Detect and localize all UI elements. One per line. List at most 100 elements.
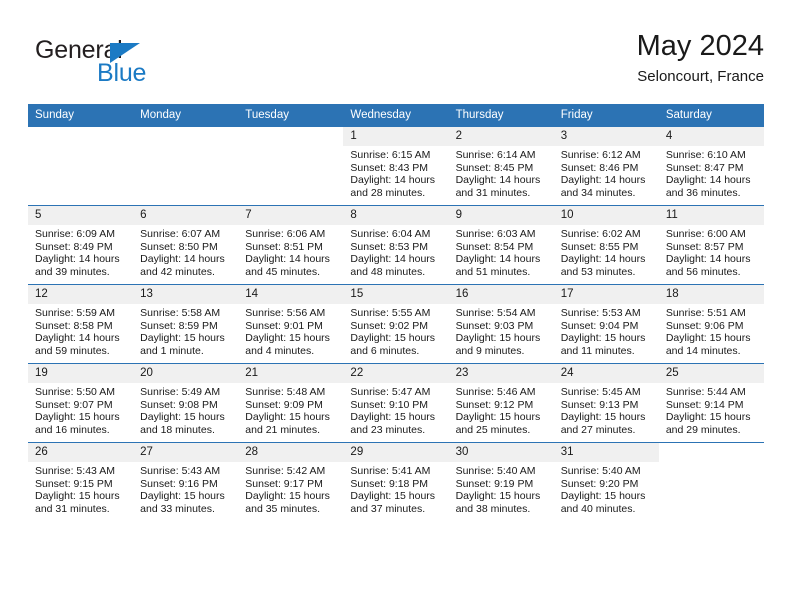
- day-number: 7: [238, 206, 344, 225]
- sunset-text: Sunset: 8:59 PM: [140, 319, 218, 332]
- weekday-header-monday: Monday: [133, 104, 239, 127]
- calendar-day-cell[interactable]: 20 Sunrise: 5:49 AM Sunset: 9:08 PM Dayligh…: [133, 363, 239, 443]
- daylight-text: Daylight: 15 hours and 33 minutes.: [140, 490, 225, 515]
- calendar-day-cell[interactable]: 3 Sunrise: 6:12 AM Sunset: 8:46 PM Daylight…: [553, 126, 659, 206]
- day-cell-inner: [28, 127, 134, 205]
- day-number: [658, 443, 764, 462]
- calendar-page: General Blue May 2024 Seloncourt, France…: [0, 0, 792, 612]
- calendar-day-cell[interactable]: 12 Sunrise: 5:59 AM Sunset: 8:58 PM Dayligh…: [28, 284, 134, 364]
- calendar-day-cell[interactable]: 14 Sunrise: 5:56 AM Sunset: 9:01 PM Dayligh…: [238, 284, 344, 364]
- day-number: 31: [553, 443, 659, 462]
- day-details: Sunrise: 6:10 AM Sunset: 8:47 PM Daylight:…: [659, 146, 764, 199]
- day-cell-inner: 25 Sunrise: 5:44 AM Sunset: 9:14 PM Dayligh…: [658, 364, 764, 442]
- calendar-day-cell[interactable]: 17 Sunrise: 5:53 AM Sunset: 9:04 PM Dayligh…: [553, 284, 659, 364]
- day-number: 13: [133, 285, 239, 304]
- sunrise-text: Sunrise: 5:59 AM: [35, 307, 115, 319]
- calendar-day-cell[interactable]: 5 Sunrise: 6:09 AM Sunset: 8:49 PM Daylight…: [28, 205, 134, 285]
- daylight-text: Daylight: 15 hours and 11 minutes.: [560, 332, 646, 357]
- weekday-header-thursday: Thursday: [448, 104, 554, 127]
- calendar-day-cell[interactable]: 4 Sunrise: 6:10 AM Sunset: 8:47 PM Daylight…: [658, 126, 764, 206]
- daylight-text: Daylight: 15 hours and 9 minutes.: [455, 332, 541, 357]
- daylight-text: Daylight: 15 hours and 21 minutes.: [245, 411, 330, 436]
- day-details: Sunrise: 6:12 AM Sunset: 8:46 PM Daylight:…: [554, 146, 659, 199]
- day-details: Sunrise: 5:49 AM Sunset: 9:08 PM Daylight:…: [133, 383, 238, 436]
- day-number: 15: [343, 285, 449, 304]
- day-details: Sunrise: 6:06 AM Sunset: 8:51 PM Daylight:…: [238, 225, 343, 278]
- day-cell-inner: 17 Sunrise: 5:53 AM Sunset: 9:04 PM Dayligh…: [553, 285, 659, 363]
- daylight-text: Daylight: 14 hours and 59 minutes.: [35, 332, 120, 357]
- sunset-text: Sunset: 9:13 PM: [560, 398, 639, 411]
- calendar-day-cell[interactable]: 11 Sunrise: 6:00 AM Sunset: 8:57 PM Dayligh…: [658, 205, 764, 285]
- calendar-day-cell[interactable]: 2 Sunrise: 6:14 AM Sunset: 8:45 PM Daylight…: [448, 126, 554, 206]
- calendar-day-cell[interactable]: 18 Sunrise: 5:51 AM Sunset: 9:06 PM Dayligh…: [658, 284, 764, 364]
- calendar-day-cell[interactable]: 7 Sunrise: 6:06 AM Sunset: 8:51 PM Daylight…: [238, 205, 344, 285]
- sunrise-text: Sunrise: 6:04 AM: [350, 228, 431, 240]
- day-details: Sunrise: 6:07 AM Sunset: 8:50 PM Daylight:…: [133, 225, 238, 278]
- day-details: Sunrise: 5:42 AM Sunset: 9:17 PM Daylight:…: [238, 462, 343, 515]
- weekday-header-saturday: Saturday: [658, 104, 764, 127]
- sunrise-text: Sunrise: 6:12 AM: [560, 149, 641, 161]
- general-blue-logo: General Blue: [35, 36, 215, 92]
- day-number: 2: [448, 127, 554, 146]
- day-number: 14: [238, 285, 344, 304]
- daylight-text: Daylight: 15 hours and 16 minutes.: [35, 411, 120, 436]
- daylight-text: Daylight: 14 hours and 45 minutes.: [245, 253, 330, 278]
- calendar-day-cell[interactable]: 29 Sunrise: 5:41 AM Sunset: 9:18 PM Dayligh…: [343, 442, 449, 521]
- calendar-day-cell[interactable]: 19 Sunrise: 5:50 AM Sunset: 9:07 PM Dayligh…: [28, 363, 134, 443]
- sunrise-text: Sunrise: 6:15 AM: [350, 149, 431, 161]
- day-details: Sunrise: 5:43 AM Sunset: 9:16 PM Daylight:…: [133, 462, 238, 515]
- day-cell-inner: 11 Sunrise: 6:00 AM Sunset: 8:57 PM Dayligh…: [658, 206, 764, 284]
- day-cell-inner: 21 Sunrise: 5:48 AM Sunset: 9:09 PM Dayligh…: [238, 364, 344, 442]
- day-number: 11: [658, 206, 764, 225]
- daylight-text: Daylight: 15 hours and 31 minutes.: [35, 490, 120, 515]
- calendar-day-cell[interactable]: 6 Sunrise: 6:07 AM Sunset: 8:50 PM Daylight…: [133, 205, 239, 285]
- calendar-day-cell[interactable]: 1 Sunrise: 6:15 AM Sunset: 8:43 PM Daylight…: [343, 126, 449, 206]
- page-header: General Blue May 2024 Seloncourt, France: [28, 28, 764, 98]
- day-details: Sunrise: 5:51 AM Sunset: 9:06 PM Daylight:…: [659, 304, 764, 357]
- calendar-day-cell[interactable]: 26 Sunrise: 5:43 AM Sunset: 9:15 PM Dayligh…: [28, 442, 134, 521]
- calendar-day-cell[interactable]: 15 Sunrise: 5:55 AM Sunset: 9:02 PM Dayligh…: [343, 284, 449, 364]
- calendar-day-cell[interactable]: 13 Sunrise: 5:58 AM Sunset: 8:59 PM Dayligh…: [133, 284, 239, 364]
- sunrise-text: Sunrise: 5:45 AM: [560, 386, 641, 398]
- sunrise-text: Sunrise: 5:53 AM: [560, 307, 641, 319]
- day-number: 26: [28, 443, 134, 462]
- daylight-text: Daylight: 14 hours and 31 minutes.: [455, 174, 541, 199]
- calendar-day-cell-empty: [28, 126, 134, 206]
- weekday-header-sunday: Sunday: [28, 104, 134, 127]
- calendar-day-cell[interactable]: 31 Sunrise: 5:40 AM Sunset: 9:20 PM Dayligh…: [553, 442, 659, 521]
- calendar-day-cell[interactable]: 16 Sunrise: 5:54 AM Sunset: 9:03 PM Dayligh…: [448, 284, 554, 364]
- calendar-day-cell[interactable]: 22 Sunrise: 5:47 AM Sunset: 9:10 PM Dayligh…: [343, 363, 449, 443]
- weekday-header-wednesday: Wednesday: [343, 104, 449, 127]
- calendar-day-cell[interactable]: 9 Sunrise: 6:03 AM Sunset: 8:54 PM Daylight…: [448, 205, 554, 285]
- daylight-text: Daylight: 14 hours and 42 minutes.: [140, 253, 225, 278]
- sunset-text: Sunset: 9:17 PM: [245, 477, 323, 490]
- day-details: Sunrise: 5:55 AM Sunset: 9:02 PM Daylight:…: [343, 304, 448, 357]
- day-details: Sunrise: 5:48 AM Sunset: 9:09 PM Daylight:…: [238, 383, 343, 436]
- sunset-text: Sunset: 9:02 PM: [350, 319, 429, 332]
- day-number: 18: [658, 285, 764, 304]
- calendar-day-cell[interactable]: 28 Sunrise: 5:42 AM Sunset: 9:17 PM Dayligh…: [238, 442, 344, 521]
- day-details: Sunrise: 5:56 AM Sunset: 9:01 PM Daylight:…: [238, 304, 343, 357]
- calendar-day-cell[interactable]: 8 Sunrise: 6:04 AM Sunset: 8:53 PM Daylight…: [343, 205, 449, 285]
- day-cell-inner: 4 Sunrise: 6:10 AM Sunset: 8:47 PM Daylight…: [658, 127, 764, 205]
- day-details: Sunrise: 5:41 AM Sunset: 9:18 PM Daylight:…: [343, 462, 448, 515]
- sunrise-text: Sunrise: 6:14 AM: [455, 149, 536, 161]
- daylight-text: Daylight: 15 hours and 18 minutes.: [140, 411, 225, 436]
- day-number: 22: [343, 364, 449, 383]
- daylight-text: Daylight: 15 hours and 14 minutes.: [665, 332, 751, 357]
- calendar-day-cell[interactable]: 30 Sunrise: 5:40 AM Sunset: 9:19 PM Dayligh…: [448, 442, 554, 521]
- day-cell-inner: [658, 443, 764, 521]
- calendar-day-cell[interactable]: 25 Sunrise: 5:44 AM Sunset: 9:14 PM Dayligh…: [658, 363, 764, 443]
- calendar-day-cell[interactable]: 10 Sunrise: 6:02 AM Sunset: 8:55 PM Dayligh…: [553, 205, 659, 285]
- calendar-day-cell[interactable]: 23 Sunrise: 5:46 AM Sunset: 9:12 PM Dayligh…: [448, 363, 554, 443]
- day-details: Sunrise: 5:45 AM Sunset: 9:13 PM Daylight:…: [554, 383, 659, 436]
- calendar-day-cell[interactable]: 24 Sunrise: 5:45 AM Sunset: 9:13 PM Dayligh…: [553, 363, 659, 443]
- weekday-header-friday: Friday: [553, 104, 659, 127]
- sunset-text: Sunset: 8:55 PM: [560, 240, 639, 253]
- calendar-day-cell[interactable]: 21 Sunrise: 5:48 AM Sunset: 9:09 PM Dayligh…: [238, 363, 344, 443]
- day-number: [133, 127, 239, 146]
- day-cell-inner: 18 Sunrise: 5:51 AM Sunset: 9:06 PM Dayligh…: [658, 285, 764, 363]
- day-cell-inner: 20 Sunrise: 5:49 AM Sunset: 9:08 PM Dayligh…: [133, 364, 239, 442]
- calendar-day-cell[interactable]: 27 Sunrise: 5:43 AM Sunset: 9:16 PM Dayligh…: [133, 442, 239, 521]
- daylight-text: Daylight: 15 hours and 35 minutes.: [245, 490, 330, 515]
